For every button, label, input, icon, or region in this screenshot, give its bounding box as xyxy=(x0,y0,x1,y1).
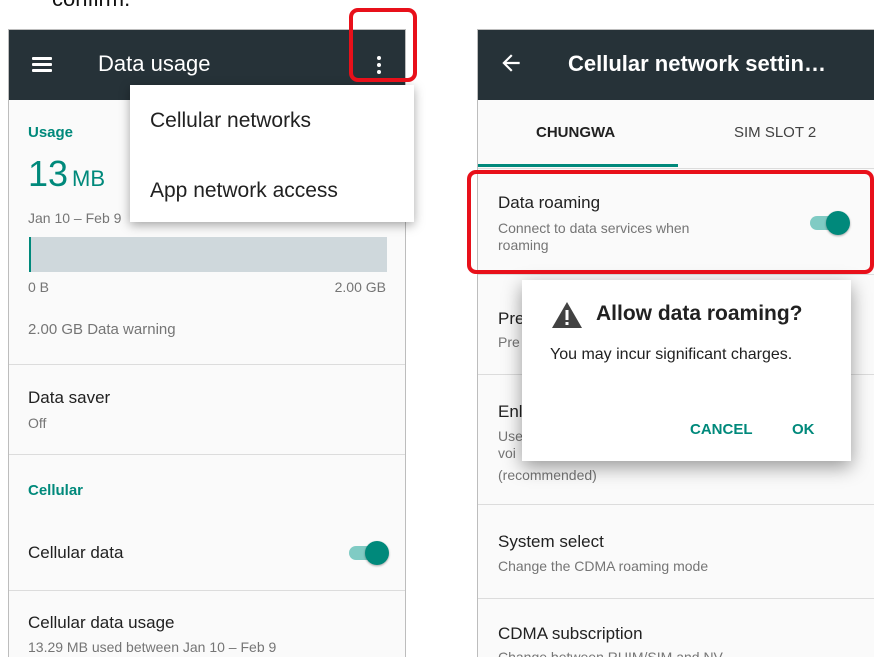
system-select-title: System select xyxy=(498,532,604,551)
divider xyxy=(9,454,405,455)
enhanced-mode-summary-2: voi xyxy=(498,445,516,461)
data-roaming-switch[interactable] xyxy=(808,210,852,236)
menu-item-cellular-networks[interactable]: Cellular networks xyxy=(150,109,311,133)
cellular-data-title: Cellular data xyxy=(28,543,124,562)
instruction-caption: confirm. xyxy=(52,0,130,12)
cellular-data-usage-title: Cellular data usage xyxy=(28,613,175,632)
warning-icon xyxy=(552,302,582,328)
sim-tabs: CHUNGWA SIM SLOT 2 xyxy=(478,100,874,168)
data-roaming-title: Data roaming xyxy=(498,193,601,212)
divider xyxy=(9,364,405,365)
preferred-network-title: Pre xyxy=(498,309,525,328)
usage-header: Usage xyxy=(28,124,74,141)
usage-value: 13 xyxy=(28,153,69,194)
dialog-message: You may incur significant charges. xyxy=(550,346,793,363)
system-select-summary: Change the CDMA roaming mode xyxy=(498,558,709,574)
data-saver-title: Data saver xyxy=(28,388,111,407)
divider xyxy=(478,274,874,275)
cancel-button[interactable]: CANCEL xyxy=(690,421,753,438)
page-title: Cellular network settin… xyxy=(568,51,826,76)
divider xyxy=(478,598,874,599)
data-saver-summary: Off xyxy=(28,415,47,431)
app-bar: Cellular network settin… xyxy=(478,30,874,100)
cellular-data-switch[interactable] xyxy=(347,540,391,566)
divider xyxy=(478,504,874,505)
back-arrow-icon[interactable] xyxy=(498,50,528,80)
cdma-subscription-title: CDMA subscription xyxy=(498,624,643,643)
tab-chungwa[interactable]: CHUNGWA xyxy=(536,124,615,141)
preferred-network-summary: Pre xyxy=(498,334,520,350)
divider xyxy=(478,168,874,169)
cellular-header: Cellular xyxy=(28,482,84,499)
data-warning-label[interactable]: 2.00 GB Data warning xyxy=(28,321,176,338)
selected-tab-indicator xyxy=(478,164,678,167)
overflow-menu: Cellular networks App network access xyxy=(130,85,414,222)
menu-icon[interactable] xyxy=(29,50,59,80)
switch-thumb xyxy=(365,541,389,565)
switch-thumb xyxy=(826,211,850,235)
bar-min-label: 0 B xyxy=(28,279,50,295)
enhanced-mode-summary-3: (recommended) xyxy=(498,467,597,483)
data-roaming-summary: Connect to data services when roaming xyxy=(498,220,690,253)
usage-progress-bar xyxy=(29,237,387,272)
usage-amount: 13 MB xyxy=(28,153,105,195)
usage-date-range: Jan 10 – Feb 9 xyxy=(28,210,122,226)
allow-data-roaming-dialog: Allow data roaming? You may incur signif… xyxy=(522,280,851,461)
enhanced-mode-summary-1: Use xyxy=(498,428,523,444)
usage-unit: MB xyxy=(72,166,106,191)
usage-progress-fill xyxy=(29,237,32,272)
tab-sim-slot-2[interactable]: SIM SLOT 2 xyxy=(734,124,816,141)
more-options-icon[interactable] xyxy=(365,50,393,80)
cellular-data-usage-summary: 13.29 MB used between Jan 10 – Feb 9 xyxy=(28,639,277,655)
cdma-subscription-summary: Change between RUIM/SIM and NV xyxy=(498,649,723,657)
dialog-title: Allow data roaming? xyxy=(596,302,803,325)
page-title: Data usage xyxy=(98,51,211,76)
ok-button[interactable]: OK xyxy=(792,421,815,438)
menu-item-app-network-access[interactable]: App network access xyxy=(150,179,338,203)
divider xyxy=(9,590,405,591)
enhanced-mode-title: Enl xyxy=(498,402,523,421)
bar-max-label: 2.00 GB xyxy=(334,279,386,295)
